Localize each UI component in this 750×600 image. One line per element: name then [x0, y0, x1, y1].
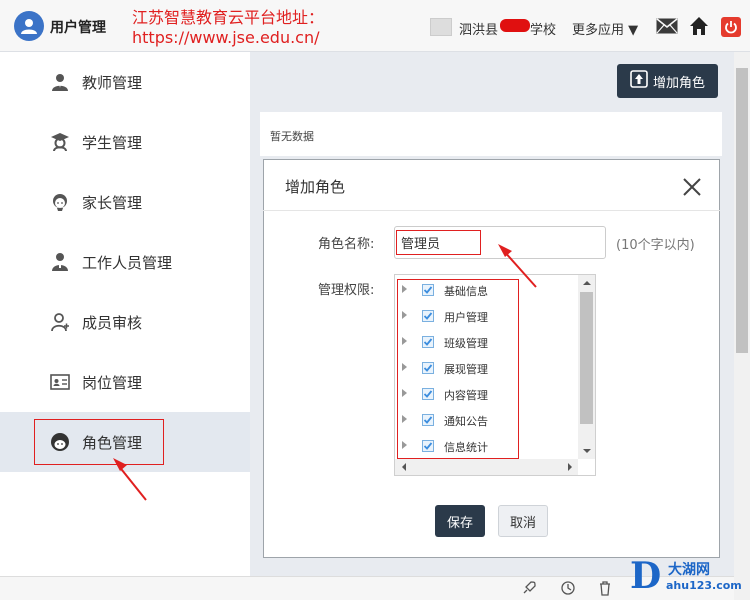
watermark-url: ahu123.com [666, 579, 742, 592]
watermark-logo: D [630, 555, 662, 597]
page-scroll-thumb[interactable] [736, 68, 748, 353]
annotation-arrows [113, 244, 537, 501]
annotation-arrow-name [498, 244, 537, 288]
trash-icon[interactable] [597, 580, 613, 596]
watermark-name: 大湖网 [668, 562, 710, 578]
rocket-icon[interactable] [521, 580, 537, 596]
status-bar [0, 576, 734, 600]
refresh-icon[interactable] [560, 580, 576, 596]
annotation-arrow-role [113, 458, 147, 501]
